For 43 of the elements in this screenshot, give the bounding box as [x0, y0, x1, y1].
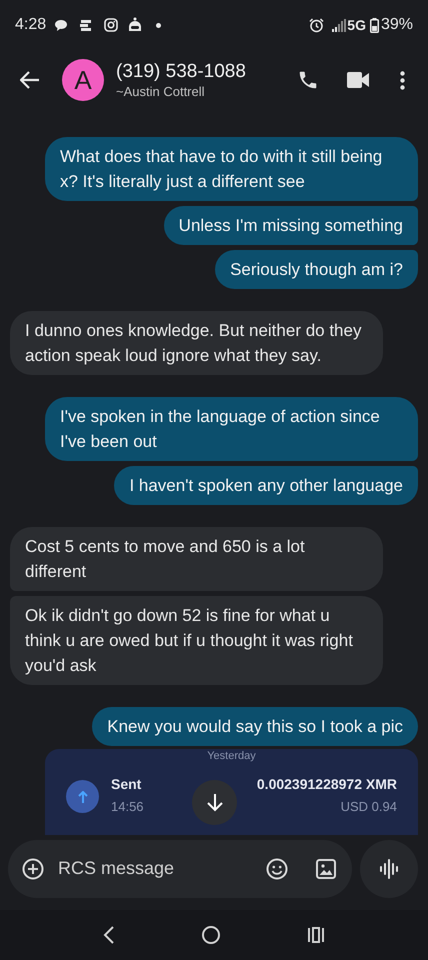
contact-number: (319) 538-1088 — [116, 60, 246, 83]
fiat-amount: USD 0.94 — [340, 799, 397, 815]
emoji-icon[interactable] — [266, 858, 288, 880]
contact-name: ~Austin Cottrell — [116, 83, 206, 100]
network-type: 5G — [347, 16, 366, 34]
transaction-amount: 0.002391228972 XMR — [256, 775, 397, 793]
camera-icon — [104, 18, 118, 32]
waveform-icon — [379, 858, 399, 878]
message-input-field[interactable]: RCS message — [8, 840, 352, 898]
received-message: Cost 5 cents to move and 650 is a lot different — [10, 527, 383, 591]
contact-avatar[interactable]: A — [62, 59, 104, 101]
transaction-time: 14:56 — [111, 799, 144, 815]
transaction-screenshot[interactable]: Yesterday Sent 14:56 0.002391228972 XMR USD 0.94 — [45, 749, 418, 835]
back-arrow-icon — [20, 71, 40, 89]
sent-message: I've spoken in the language of action since I've been out — [45, 397, 418, 461]
battery-icon — [370, 18, 379, 32]
arrow-down-icon — [206, 794, 222, 812]
image-icon[interactable] — [316, 858, 336, 878]
robot-icon — [128, 17, 142, 33]
received-message: I dunno ones knowledge. But neither do they action speak loud ignore what they say. — [10, 311, 383, 375]
received-message: Ok ik didn't go down 52 is fine for what u think u are owed but if u thought it was right you'd ask — [10, 596, 383, 685]
sent-message: I haven't spoken any other language — [114, 466, 418, 505]
transaction-type: Sent — [111, 775, 142, 793]
add-icon[interactable] — [22, 858, 44, 880]
signal-icon — [332, 18, 346, 32]
chat-bubble-icon — [54, 18, 68, 32]
list-icon — [80, 20, 92, 30]
date-label: Yesterday — [207, 749, 256, 763]
phone-icon — [297, 69, 319, 91]
battery-percent: 39% — [380, 15, 413, 35]
nav-home-icon[interactable] — [202, 926, 220, 944]
nav-back-icon[interactable] — [103, 926, 116, 944]
status-time: 4:28 — [15, 15, 46, 35]
more-options-icon — [400, 70, 404, 90]
alarm-icon — [309, 18, 324, 32]
sent-message: Unless I'm missing something — [164, 206, 418, 245]
sent-message: Knew you would say this so I took a pic — [92, 707, 418, 746]
dot-icon — [156, 22, 162, 28]
nav-recents-icon[interactable] — [306, 927, 325, 943]
video-camera-icon — [347, 72, 369, 88]
sent-message: What does that have to do with it still being x? It's literally just a different see — [45, 137, 418, 201]
message-text-input[interactable]: RCS message — [58, 855, 256, 882]
sent-message: Seriously though am i? — [215, 250, 418, 289]
